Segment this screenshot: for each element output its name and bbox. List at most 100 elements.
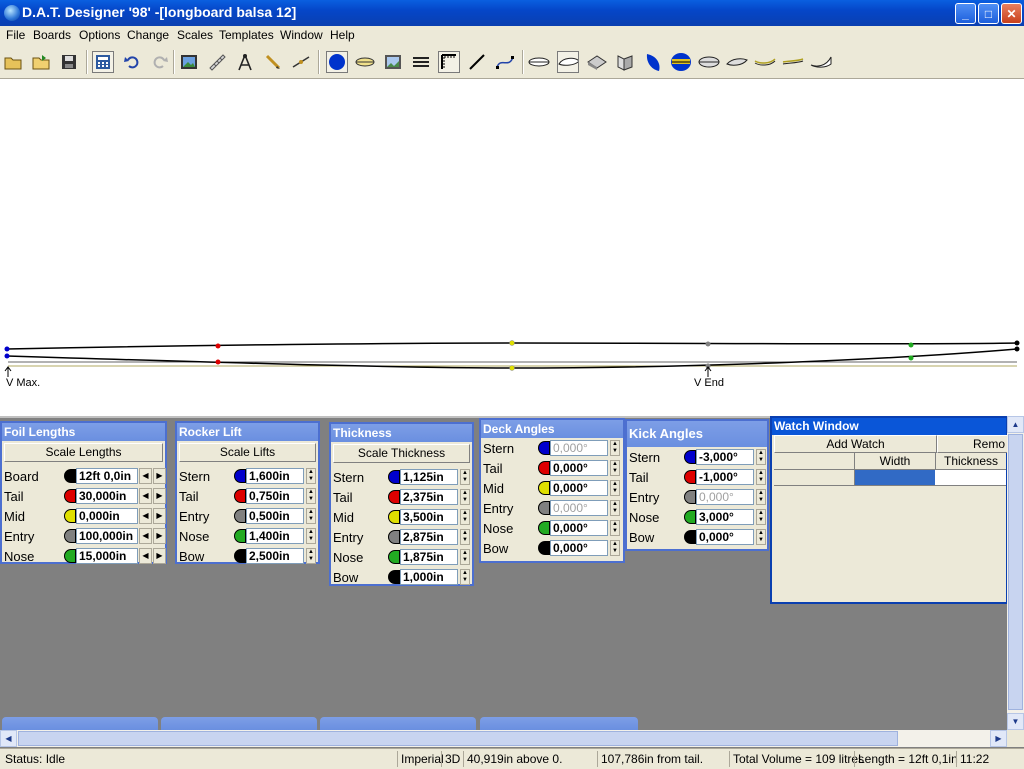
rail-5-icon[interactable] (782, 51, 804, 73)
picture-icon[interactable] (178, 51, 200, 73)
minimized-panel-4[interactable] (480, 717, 638, 730)
deck-nose-field[interactable]: 0,000° (550, 520, 608, 536)
close-button[interactable]: ✕ (1001, 3, 1022, 24)
thick-bow-field[interactable]: 1,000in (400, 569, 458, 585)
deck-bow-spinner[interactable]: ▲ ▼ (610, 540, 620, 556)
fin-template-icon[interactable] (642, 51, 664, 73)
rocker-tail-spinner[interactable]: ▲ ▼ (306, 488, 316, 504)
rail-4-icon[interactable] (754, 51, 776, 73)
kick-tail-spinner[interactable]: ▲ ▼ (756, 469, 766, 485)
remove-watch-button[interactable]: Remo (937, 435, 1008, 453)
thick-entry-field[interactable]: 2,875in (400, 529, 458, 545)
save-icon[interactable] (58, 51, 80, 73)
thick-entry-spinner[interactable]: ▲ ▼ (460, 529, 470, 545)
rocker-bow-field[interactable]: 2,500in (246, 548, 304, 564)
thick-stern-field[interactable]: 1,125in (400, 469, 458, 485)
menu-file[interactable]: File (6, 28, 25, 42)
rocker-nose-field[interactable]: 1,400in (246, 528, 304, 544)
scale-lengths-button[interactable]: Scale Lengths (4, 443, 163, 462)
minimize-button[interactable]: _ (955, 3, 976, 24)
scroll-right-icon[interactable]: ▶ (990, 730, 1007, 747)
open-file-icon[interactable] (30, 51, 52, 73)
board-view-canvas[interactable]: V Max. V End (0, 79, 1024, 418)
menu-templates[interactable]: Templates (219, 28, 274, 42)
horizontal-scroll-thumb[interactable] (18, 731, 898, 746)
menu-window[interactable]: Window (280, 28, 323, 42)
menu-scales[interactable]: Scales (177, 28, 213, 42)
thick-stern-spinner[interactable]: ▲ ▼ (460, 469, 470, 485)
add-watch-button[interactable]: Add Watch (774, 435, 937, 453)
kick-stern-spinner[interactable]: ▲ ▼ (756, 449, 766, 465)
deck-mid-spinner[interactable]: ▲ ▼ (610, 480, 620, 496)
rocker-bow-spinner[interactable]: ▲ ▼ (306, 548, 316, 564)
deck-tail-field[interactable]: 0,000° (550, 460, 608, 476)
measure-line-icon[interactable] (290, 51, 312, 73)
watch-data-row[interactable] (774, 470, 1006, 486)
rail-3-icon[interactable] (726, 51, 748, 73)
deck-nose-spinner[interactable]: ▲ ▼ (610, 520, 620, 536)
deck-mid-field[interactable]: 0,000° (550, 480, 608, 496)
compass-icon[interactable] (234, 51, 256, 73)
straight-line-icon[interactable] (466, 51, 488, 73)
foil-tail-left-icon[interactable]: ◀ (139, 488, 152, 504)
kick-nose-spinner[interactable]: ▲ ▼ (756, 509, 766, 525)
menu-options[interactable]: Options (79, 28, 120, 42)
minimized-panel-2[interactable] (161, 717, 317, 730)
minimized-panel-3[interactable] (320, 717, 476, 730)
foil-board-left-icon[interactable]: ◀ (139, 468, 152, 484)
vertical-scroll-thumb[interactable] (1008, 434, 1023, 710)
foil-entry-left-icon[interactable]: ◀ (139, 528, 152, 544)
minimized-panel-1[interactable] (2, 717, 158, 730)
rail-6-icon[interactable] (810, 51, 832, 73)
kick-bow-field[interactable]: 0,000° (696, 529, 754, 545)
rail-profile-2-icon[interactable] (557, 51, 579, 73)
thick-nose-spinner[interactable]: ▲ ▼ (460, 549, 470, 565)
deck-tail-spinner[interactable]: ▲ ▼ (610, 460, 620, 476)
lines-icon[interactable] (410, 51, 432, 73)
thick-bow-spinner[interactable]: ▲ ▼ (460, 569, 470, 585)
foil-mid-field[interactable]: 0,000in (76, 508, 138, 524)
thick-tail-field[interactable]: 2,375in (400, 489, 458, 505)
vertical-scrollbar[interactable]: ▲ ▼ (1007, 416, 1024, 730)
scale-lifts-button[interactable]: Scale Lifts (179, 443, 316, 462)
open-folder-icon[interactable] (2, 51, 24, 73)
deck-view-icon[interactable] (354, 51, 376, 73)
watch-selected-cell[interactable] (855, 470, 935, 485)
foil-entry-field[interactable]: 100,000in (76, 528, 138, 544)
thick-mid-spinner[interactable]: ▲ ▼ (460, 509, 470, 525)
scroll-down-icon[interactable]: ▼ (1007, 713, 1024, 730)
fin-block-icon[interactable] (586, 51, 608, 73)
watch-col-width[interactable]: Width (855, 453, 936, 469)
fin-angle-icon[interactable] (614, 51, 636, 73)
app-icon[interactable] (4, 5, 20, 21)
kick-bow-spinner[interactable]: ▲ ▼ (756, 529, 766, 545)
kick-nose-field[interactable]: 3,000° (696, 509, 754, 525)
kick-stern-field[interactable]: -3,000° (696, 449, 754, 465)
horizontal-scrollbar[interactable]: ◀ ▶ (0, 730, 1007, 747)
redo-icon[interactable] (149, 51, 171, 73)
board-side-icon[interactable] (698, 51, 720, 73)
scale-thickness-button[interactable]: Scale Thickness (333, 444, 470, 463)
foil-nose-right-icon[interactable]: ▶ (153, 548, 166, 564)
foil-tail-field[interactable]: 30,000in (76, 488, 138, 504)
rocker-stern-field[interactable]: 1,600in (246, 468, 304, 484)
foil-board-right-icon[interactable]: ▶ (153, 468, 166, 484)
menu-change[interactable]: Change (127, 28, 169, 42)
ruler-icon[interactable] (206, 51, 228, 73)
menu-help[interactable]: Help (330, 28, 355, 42)
scroll-left-icon[interactable]: ◀ (0, 730, 17, 747)
foil-nose-left-icon[interactable]: ◀ (139, 548, 152, 564)
foil-mid-right-icon[interactable]: ▶ (153, 508, 166, 524)
kick-tail-field[interactable]: -1,000° (696, 469, 754, 485)
calculator-icon[interactable] (92, 51, 114, 73)
rocker-entry-spinner[interactable]: ▲ ▼ (306, 508, 316, 524)
pencil-icon[interactable] (262, 51, 284, 73)
thick-mid-field[interactable]: 3,500in (400, 509, 458, 525)
foil-mid-left-icon[interactable]: ◀ (139, 508, 152, 524)
rocker-nose-spinner[interactable]: ▲ ▼ (306, 528, 316, 544)
rail-profile-1-icon[interactable] (528, 51, 550, 73)
foil-board-field[interactable]: 12ft 0,0in (76, 468, 138, 484)
foil-entry-right-icon[interactable]: ▶ (153, 528, 166, 544)
thick-nose-field[interactable]: 1,875in (400, 549, 458, 565)
grid-icon[interactable] (438, 51, 460, 73)
